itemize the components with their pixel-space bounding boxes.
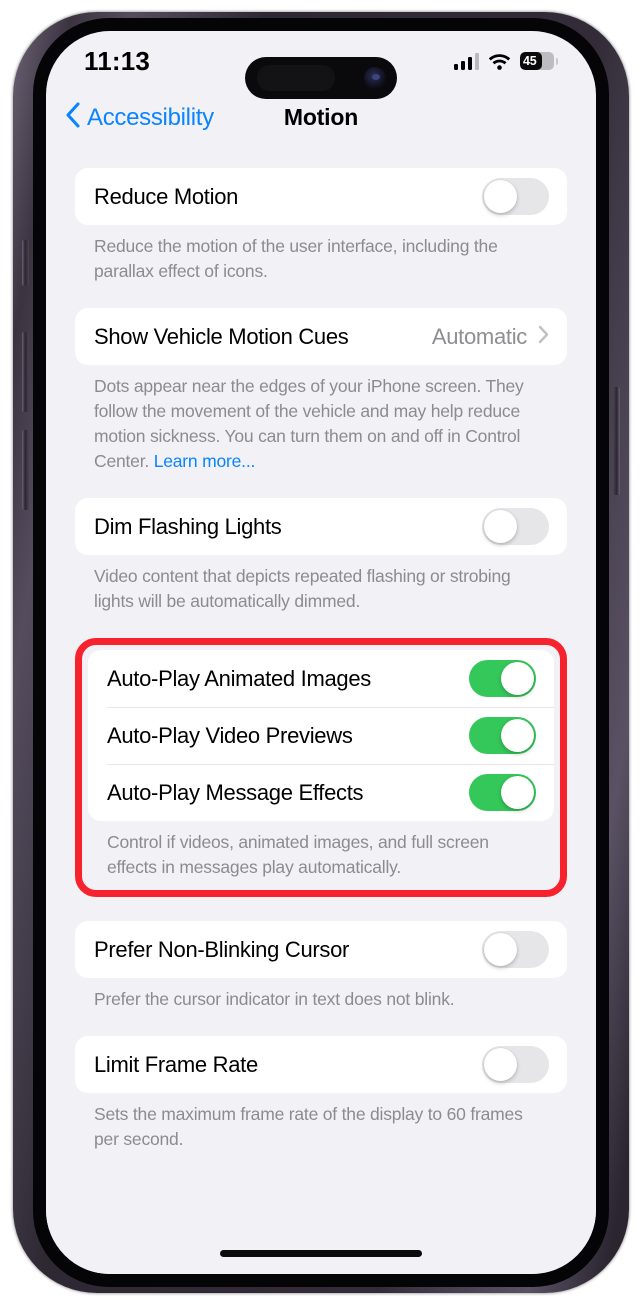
- camera-glint: [372, 74, 380, 80]
- back-button-label: Accessibility: [87, 103, 214, 131]
- volume-down-button[interactable]: [22, 430, 29, 510]
- settings-scroll-view[interactable]: Reduce Motion Reduce the motion of the u…: [46, 144, 596, 1274]
- battery-icon: 45: [520, 52, 554, 70]
- row-prefer-non-blinking-cursor[interactable]: Prefer Non-Blinking Cursor: [75, 921, 567, 978]
- back-button[interactable]: Accessibility: [46, 102, 214, 133]
- power-button[interactable]: [613, 387, 620, 495]
- home-indicator[interactable]: [220, 1250, 422, 1257]
- phone-screen: 11:13 45 Accessibility Motion Reduce Mot…: [46, 31, 596, 1274]
- row-auto-play-video-previews[interactable]: Auto-Play Video Previews: [88, 707, 554, 764]
- wifi-icon: [488, 53, 511, 70]
- toggle-auto-play-animated-images[interactable]: [469, 660, 536, 697]
- group-non-blinking-cursor: Prefer Non-Blinking Cursor: [75, 921, 567, 978]
- battery-indicator: 45: [520, 52, 558, 70]
- group-vehicle-motion-cues: Show Vehicle Motion Cues Automatic: [75, 308, 567, 365]
- earpiece-speaker: [257, 65, 335, 91]
- row-label-vehicle-motion-cues: Show Vehicle Motion Cues: [94, 323, 349, 349]
- footnote-non-blinking-cursor: Prefer the cursor indicator in text does…: [94, 989, 455, 1009]
- cellular-signal-icon: [453, 53, 479, 70]
- footnote-dim-flashing-lights: Video content that depicts repeated flas…: [94, 566, 511, 611]
- row-label-dim-flashing-lights: Dim Flashing Lights: [94, 513, 282, 539]
- row-value-vehicle-motion-cues: Automatic: [431, 323, 527, 349]
- status-time: 11:13: [84, 45, 151, 76]
- group-auto-play: Auto-Play Animated Images Auto-Play Vide…: [88, 650, 554, 821]
- toggle-non-blinking-cursor[interactable]: [482, 931, 549, 968]
- toggle-reduce-motion[interactable]: [482, 178, 549, 215]
- chevron-left-icon: [65, 102, 80, 133]
- row-auto-play-message-effects[interactable]: Auto-Play Message Effects: [88, 764, 554, 821]
- row-label-non-blinking-cursor: Prefer Non-Blinking Cursor: [94, 936, 350, 962]
- row-reduce-motion[interactable]: Reduce Motion: [75, 168, 567, 225]
- row-label-auto-play-animated-images: Auto-Play Animated Images: [107, 665, 371, 691]
- footnote-vehicle-motion-cues: Dots appear near the edges of your iPhon…: [75, 365, 567, 474]
- footnote-reduce-motion: Reduce the motion of the user interface,…: [94, 236, 498, 281]
- footnote-auto-play: Control if videos, animated images, and …: [107, 832, 489, 877]
- footnote-limit-frame-rate: Sets the maximum frame rate of the displ…: [94, 1104, 523, 1149]
- iphone-device-frame: 11:13 45 Accessibility Motion Reduce Mot…: [13, 12, 629, 1293]
- row-dim-flashing-lights[interactable]: Dim Flashing Lights: [75, 498, 567, 555]
- row-limit-frame-rate[interactable]: Limit Frame Rate: [75, 1036, 567, 1093]
- toggle-limit-frame-rate[interactable]: [482, 1046, 549, 1083]
- group-reduce-motion: Reduce Motion: [75, 168, 567, 225]
- toggle-dim-flashing-lights[interactable]: [482, 508, 549, 545]
- row-label-auto-play-message-effects: Auto-Play Message Effects: [107, 779, 364, 805]
- row-label-reduce-motion: Reduce Motion: [94, 183, 239, 209]
- dynamic-island[interactable]: [245, 57, 397, 99]
- toggle-auto-play-message-effects[interactable]: [469, 774, 536, 811]
- learn-more-link[interactable]: Learn more...: [154, 451, 256, 471]
- battery-tip: [555, 57, 558, 65]
- chevron-right-icon: [538, 325, 549, 349]
- highlight-annotation-box: Auto-Play Animated Images Auto-Play Vide…: [75, 638, 567, 897]
- volume-up-button[interactable]: [22, 332, 29, 412]
- battery-percent-label: 45: [523, 54, 537, 68]
- group-dim-flashing-lights: Dim Flashing Lights: [75, 498, 567, 555]
- action-button[interactable]: [22, 240, 29, 286]
- row-auto-play-animated-images[interactable]: Auto-Play Animated Images: [88, 650, 554, 707]
- toggle-auto-play-video-previews[interactable]: [469, 717, 536, 754]
- group-limit-frame-rate: Limit Frame Rate: [75, 1036, 567, 1093]
- row-label-auto-play-video-previews: Auto-Play Video Previews: [107, 722, 353, 748]
- row-label-limit-frame-rate: Limit Frame Rate: [94, 1051, 258, 1077]
- row-show-vehicle-motion-cues[interactable]: Show Vehicle Motion Cues Automatic: [75, 308, 567, 365]
- status-indicators: 45: [453, 52, 558, 70]
